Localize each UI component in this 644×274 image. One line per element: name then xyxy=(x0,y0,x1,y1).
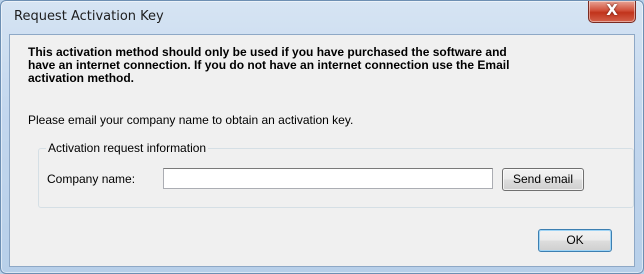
title-bar[interactable]: Request Activation Key X xyxy=(1,1,643,34)
send-email-button[interactable]: Send email xyxy=(502,168,584,191)
ok-button[interactable]: OK xyxy=(538,229,612,252)
warning-message: This activation method should only be us… xyxy=(28,46,628,85)
company-name-input[interactable] xyxy=(163,168,493,189)
window-title: Request Activation Key xyxy=(14,9,164,24)
group-legend: Activation request information xyxy=(46,141,209,155)
dialog-window: Request Activation Key X This activation… xyxy=(0,0,644,274)
company-name-label: Company name: xyxy=(47,172,136,186)
instruction-text: Please email your company name to obtain… xyxy=(28,113,354,127)
close-button[interactable]: X xyxy=(588,1,636,23)
close-icon: X xyxy=(606,1,618,19)
dialog-client-area: This activation method should only be us… xyxy=(9,34,635,267)
warning-line: activation method. xyxy=(28,71,135,85)
